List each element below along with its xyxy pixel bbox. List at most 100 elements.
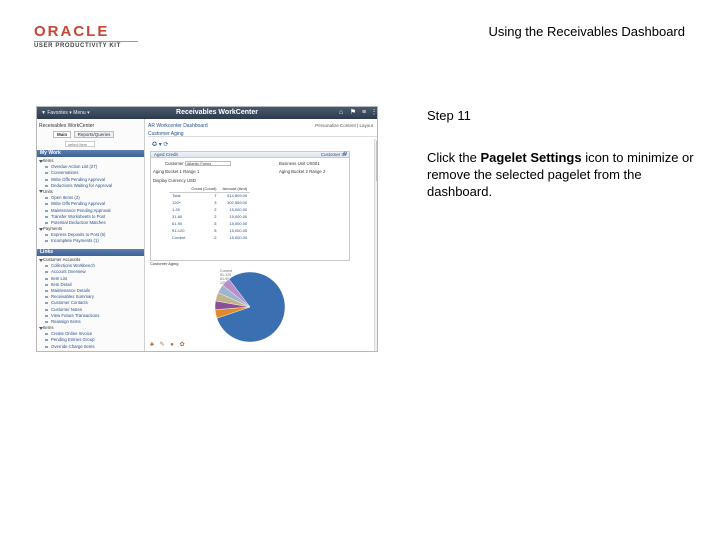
- nav-link[interactable]: Incomplete Payments (1): [37, 238, 144, 244]
- aging-bucket-2-row: Aging Bucket 2 Range 2: [279, 169, 325, 174]
- table-row: 61-90 5 15,000.00: [169, 220, 250, 227]
- link-bullet-icon: [45, 172, 48, 175]
- nav-label: Maintenance Details: [51, 287, 90, 293]
- links-list: Customer Accounts Collections Workbench Ac…: [37, 257, 144, 351]
- customer-field[interactable]: Atlantic Farms: [184, 161, 231, 167]
- aging-range-cell[interactable]: 91-120: [169, 227, 188, 234]
- link-bullet-icon: [45, 283, 48, 286]
- nav-label: Create Online Invoice: [51, 331, 93, 337]
- collapse-arrow-icon: [39, 227, 43, 231]
- link-bullet-icon: [45, 221, 48, 224]
- table-row: Total 7 514,809.00: [169, 192, 250, 199]
- display-currency-row: Display Currency USD: [153, 178, 196, 183]
- link-bullet-icon: [45, 234, 48, 237]
- tab-reports[interactable]: Reports/Queries: [73, 131, 115, 138]
- link-bullet-icon: [45, 320, 48, 323]
- nav-link[interactable]: Inquiries/List: [37, 350, 144, 351]
- aging-pie-area: Customer Aging Current 91-120 61-90 120+ ♣ …: [150, 261, 350, 351]
- aging-count-cell: 5: [214, 228, 217, 233]
- document-title: Using the Receivables Dashboard: [488, 24, 685, 39]
- aging-bucket-2-label: Aging Bucket 2: [279, 169, 308, 174]
- nav-label: Conversations: [51, 170, 79, 176]
- link-bullet-icon: [45, 209, 48, 212]
- home-icon[interactable]: ⌂: [337, 109, 345, 117]
- app-top-bar: ▼ Favorites ▾ Menu ▾ Receivables WorkCen…: [37, 107, 378, 119]
- instruction-pre: Click the: [427, 150, 481, 165]
- nav-label: Pending Entries Group: [51, 337, 95, 343]
- nav-label: Express Deposits to Post (6): [51, 232, 106, 238]
- aging-amount-cell[interactable]: 15,000.00: [219, 213, 250, 220]
- aging-bucket-1-row: Aging Bucket 1 Range 1: [153, 169, 199, 174]
- nav-label: Override Charge Items: [51, 343, 95, 349]
- aging-range-cell[interactable]: Current: [169, 234, 188, 241]
- pie-label: Customer Aging: [150, 261, 179, 266]
- menu-icon[interactable]: ≡: [360, 109, 368, 117]
- business-unit-row: Business Unit US001: [279, 161, 320, 166]
- left-pane-select[interactable]: select item: [65, 141, 95, 147]
- aging-range-cell[interactable]: 1-30: [169, 206, 188, 213]
- aging-range-cell[interactable]: 61-90: [169, 220, 188, 227]
- link-bullet-icon: [45, 203, 48, 206]
- step-title: Step 11: [427, 108, 471, 123]
- app-title: Receivables WorkCenter: [176, 109, 258, 116]
- link-bullet-icon: [45, 215, 48, 218]
- dashboard-breadcrumb[interactable]: AR Workcenter Dashboard: [148, 123, 208, 129]
- link-bullet-icon: [45, 277, 48, 280]
- more-icon[interactable]: ⋮: [370, 109, 378, 117]
- my-work-list: Items Overdue Action List (27) Conversatio…: [37, 158, 144, 245]
- nav-label: Maintenance Pending Approval: [51, 207, 111, 213]
- main-dashboard: AR Workcenter Dashboard Personalize Cont…: [146, 119, 377, 351]
- personalize-link[interactable]: Personalize Content | Layout: [315, 123, 373, 128]
- table-row: 91-120 5 15,000.00: [169, 227, 250, 234]
- aging-amount-cell[interactable]: 514,809.00: [219, 192, 250, 199]
- left-pane-header: Receivables WorkCenter: [39, 123, 95, 129]
- dashboard-tools[interactable]: ✪ ▾ ⟳: [152, 141, 168, 148]
- link-bullet-icon: [45, 289, 48, 292]
- aging-range-cell[interactable]: 120+: [169, 199, 188, 206]
- table-row: Current 2 15,000.00: [169, 234, 250, 241]
- main-scrollbar[interactable]: [374, 139, 377, 351]
- pagelet-settings-icon[interactable]: ⚙: [343, 152, 349, 157]
- nav-label: Reassign Items: [51, 318, 81, 324]
- nav-label: Customer Contacts: [51, 300, 88, 306]
- link-bullet-icon: [45, 184, 48, 187]
- tab-main[interactable]: Main: [53, 131, 72, 138]
- collapse-arrow-icon: [39, 326, 43, 330]
- aging-range-cell[interactable]: 31-60: [169, 213, 188, 220]
- section-links[interactable]: Links: [37, 249, 144, 256]
- collapse-arrow-icon: [39, 258, 43, 262]
- flag-icon[interactable]: ⚑: [349, 109, 357, 117]
- nav-label: Write Offs Pending Approval: [51, 201, 105, 207]
- left-pane-tabs: Main Reports/Queries: [53, 131, 115, 138]
- step-instruction: Click the Pagelet Settings icon to minim…: [427, 149, 697, 200]
- aging-count-cell: 3: [214, 200, 217, 205]
- display-currency-value: USD: [186, 178, 196, 183]
- aging-amount-cell[interactable]: 15,000.00: [219, 220, 250, 227]
- logo-divider: [34, 41, 138, 42]
- nav-label: Collections Workbench: [51, 263, 95, 269]
- customer-label: Customer: [165, 161, 184, 166]
- aging-amount-cell[interactable]: 15,000.00: [219, 227, 250, 234]
- aging-amount-cell[interactable]: 302,559.00: [219, 199, 250, 206]
- nav-label: Overdue Action List (27): [51, 164, 98, 170]
- business-unit-value: US001: [306, 161, 320, 166]
- link-bullet-icon: [45, 296, 48, 299]
- link-bullet-icon: [45, 308, 48, 311]
- bottom-icons[interactable]: ♣ ✎ ● ✿: [150, 341, 187, 348]
- nav-label: Account Overview: [51, 269, 86, 275]
- section-my-work[interactable]: My Work: [37, 150, 144, 157]
- oracle-upk-logo: ORACLE USER PRODUCTIVITY KIT: [34, 24, 154, 50]
- scrollbar-thumb[interactable]: [376, 141, 377, 181]
- business-unit-label: Business Unit: [279, 161, 306, 166]
- aging-count-cell: 2: [214, 207, 217, 212]
- aging-amount-cell[interactable]: 15,000.00: [219, 206, 250, 213]
- favorites-menu[interactable]: ▼ Favorites ▾ Menu ▾: [41, 110, 90, 116]
- nav-label: Open Items (2): [51, 195, 80, 201]
- aging-range-cell[interactable]: Total: [169, 192, 188, 199]
- nav-label: Items: [43, 325, 54, 331]
- application-screenshot: ▼ Favorites ▾ Menu ▾ Receivables WorkCen…: [36, 106, 378, 352]
- link-bullet-icon: [45, 345, 48, 348]
- aging-header-count: Count (Count): [188, 186, 220, 193]
- aging-amount-cell[interactable]: 15,000.00: [219, 234, 250, 241]
- nav-label: Item Detail: [51, 281, 72, 287]
